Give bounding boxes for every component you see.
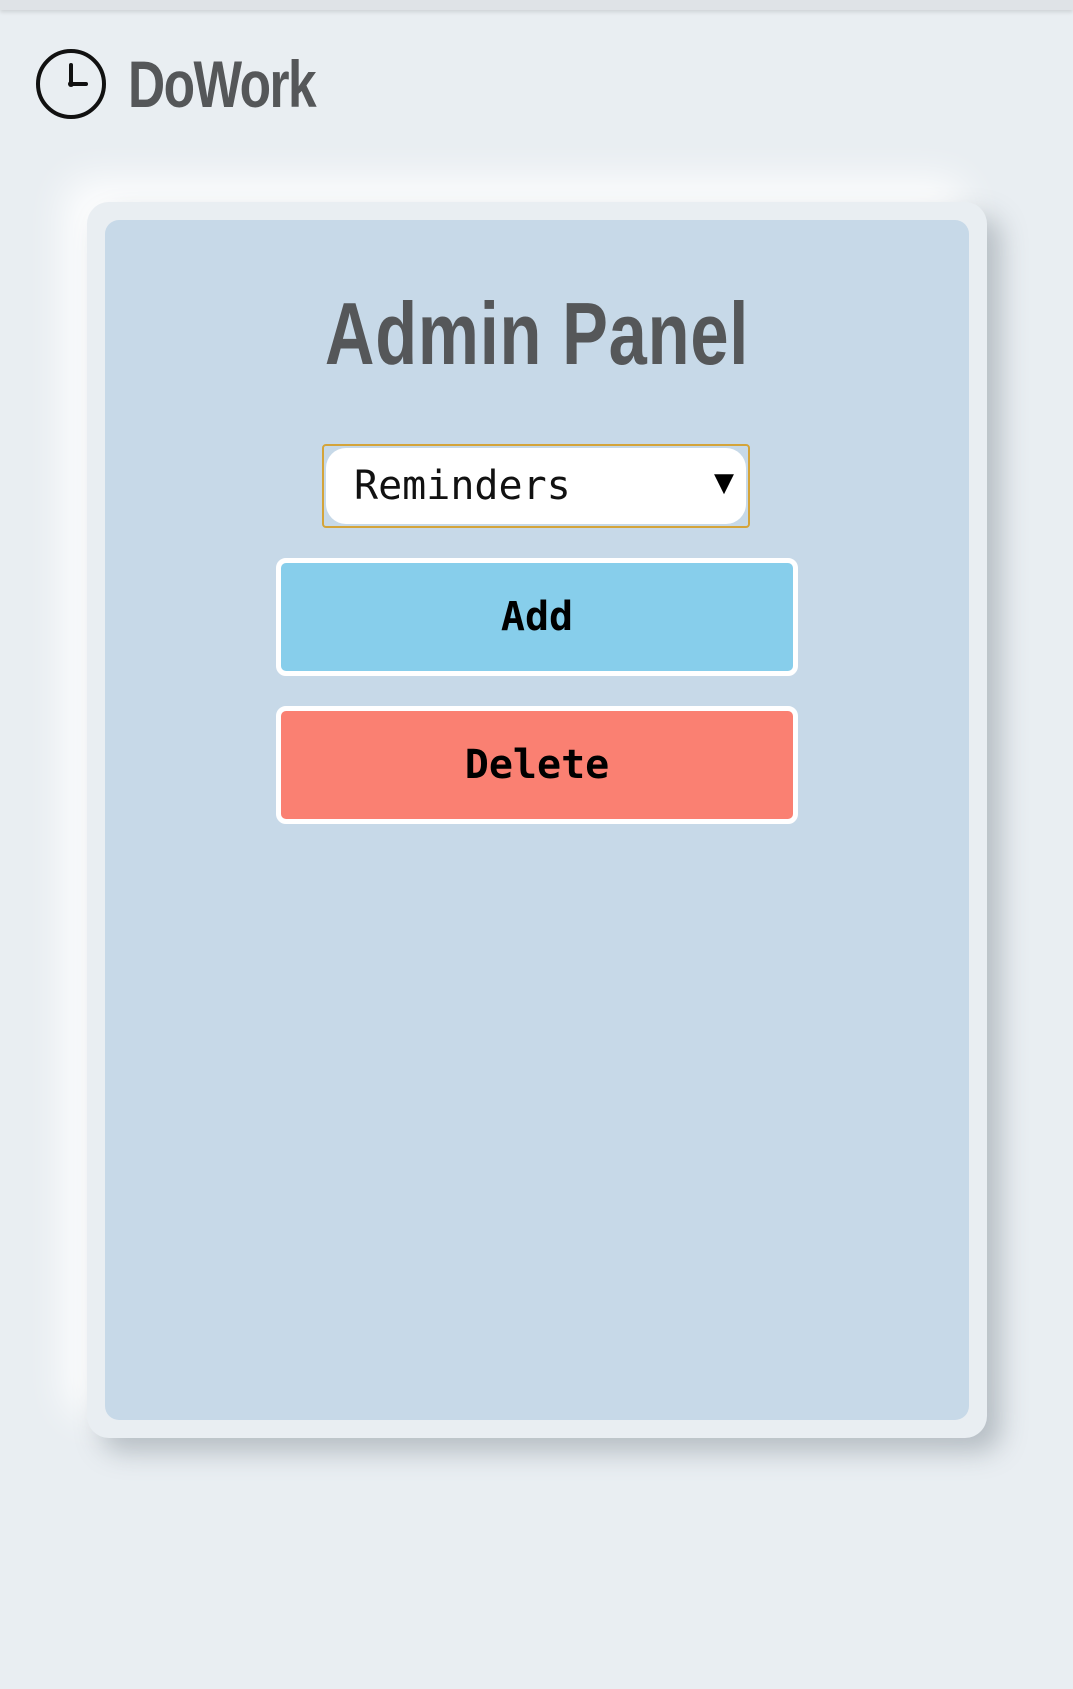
app-brand[interactable]: DoWork — [34, 46, 368, 122]
add-button-label: Add — [500, 594, 574, 640]
chevron-down-icon[interactable]: ▼ — [714, 470, 734, 496]
add-button[interactable]: Add — [276, 558, 798, 676]
category-select[interactable]: Reminders ▼ — [322, 444, 750, 528]
top-bar — [0, 0, 1073, 10]
category-select-value: Reminders — [354, 463, 571, 509]
page-title-text: Admin Panel — [324, 284, 749, 383]
delete-button[interactable]: Delete — [276, 706, 798, 824]
app-name: DoWork — [128, 47, 317, 121]
delete-button-label: Delete — [464, 742, 610, 788]
page-title: Admin Panel — [0, 290, 1073, 378]
clock-icon — [36, 49, 106, 119]
category-select-field[interactable]: Reminders ▼ — [326, 448, 746, 524]
